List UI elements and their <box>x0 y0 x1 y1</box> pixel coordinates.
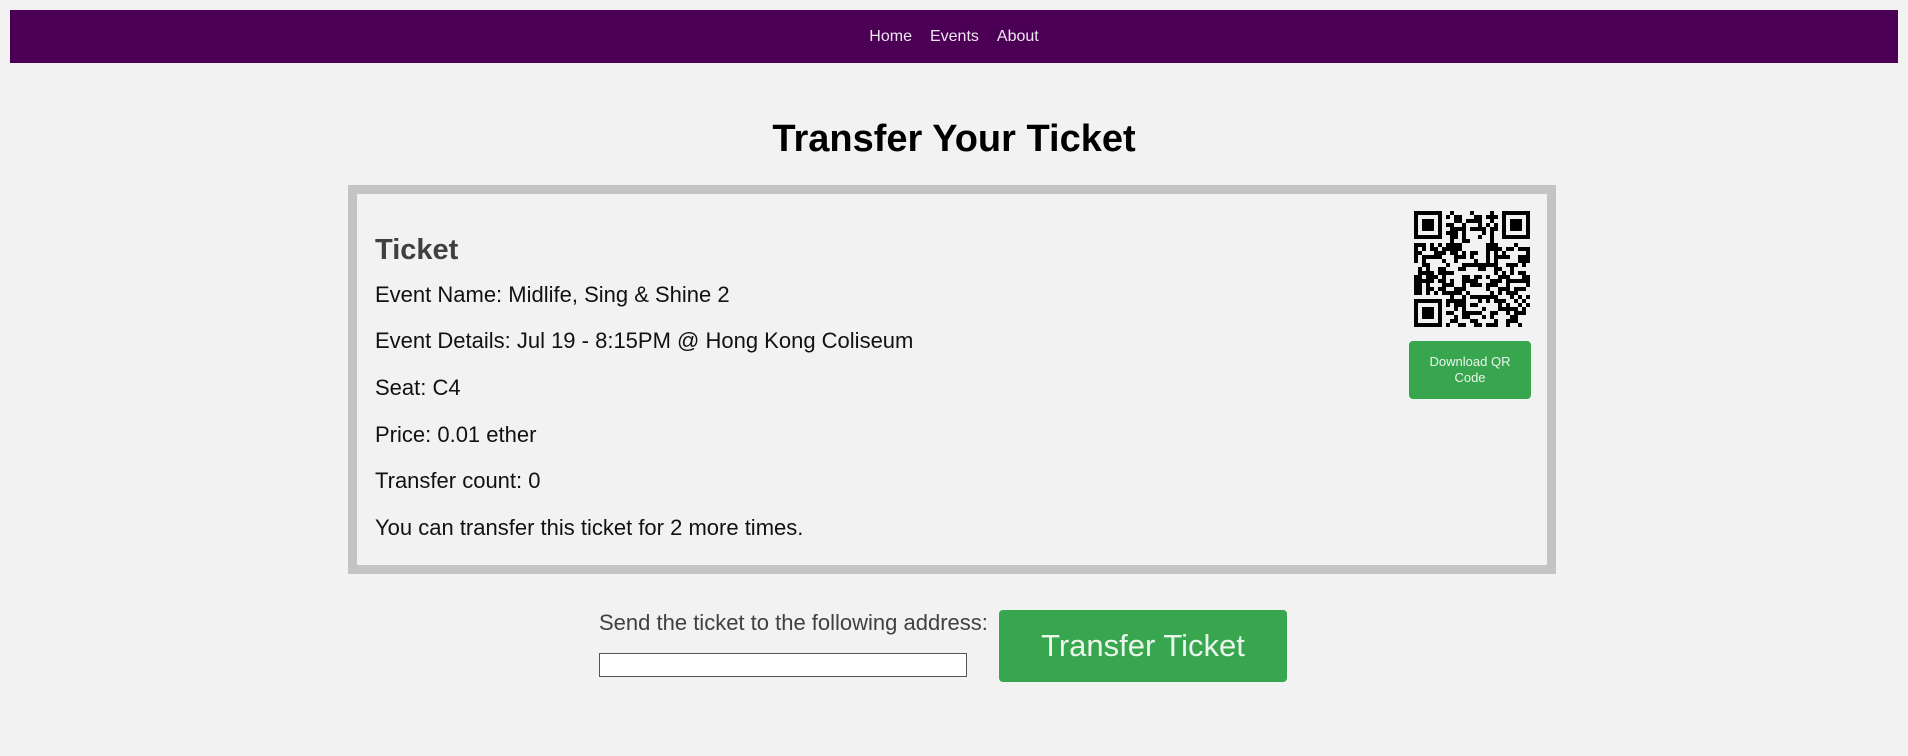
price: Price: 0.01 ether <box>375 422 537 447</box>
event-name: Event Name: Midlife, Sing & Shine 2 <box>375 282 730 307</box>
page-title: Transfer Your Ticket <box>772 118 1136 160</box>
send-address-label: Send the ticket to the following address… <box>599 610 988 635</box>
top-navbar: Home Events About <box>10 10 1898 63</box>
transfer-count: Transfer count: 0 <box>375 468 541 493</box>
page: Home Events About Transfer Your Ticket T… <box>0 0 1908 756</box>
transfer-ticket-button[interactable]: Transfer Ticket <box>999 610 1287 682</box>
address-input[interactable] <box>599 653 967 677</box>
nav-link-home[interactable]: Home <box>869 28 912 46</box>
ticket-heading: Ticket <box>375 234 459 266</box>
transfers-remaining: You can transfer this ticket for 2 more … <box>375 515 804 540</box>
qr-code-icon <box>1414 211 1530 327</box>
nav-link-about[interactable]: About <box>997 28 1039 46</box>
nav-link-events[interactable]: Events <box>930 28 979 46</box>
event-details: Event Details: Jul 19 - 8:15PM @ Hong Ko… <box>375 328 914 353</box>
download-qr-button[interactable]: Download QR Code <box>1409 341 1531 399</box>
ticket-card: Ticket Event Name: Midlife, Sing & Shine… <box>348 185 1556 574</box>
seat: Seat: C4 <box>375 375 461 400</box>
